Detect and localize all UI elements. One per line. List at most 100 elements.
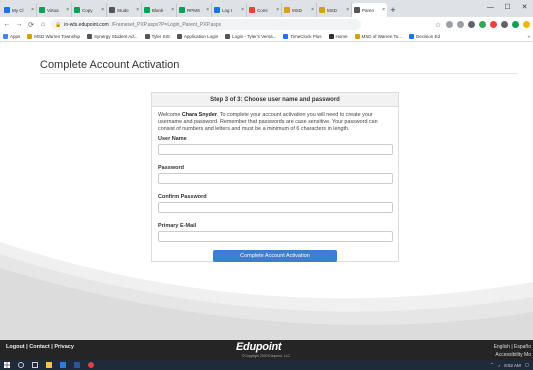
browser-tab[interactable]: Comi × [247, 3, 282, 17]
tab-close-icon[interactable]: × [206, 7, 209, 13]
bookmark-item[interactable]: TimeClock Plus [283, 34, 322, 39]
language-selector[interactable]: English | Españo [494, 343, 531, 351]
bookmark-item[interactable]: Apps [3, 34, 20, 39]
browser-tab[interactable]: Copy × [72, 3, 107, 17]
tab-favicon-icon [39, 7, 45, 13]
confirm-password-input[interactable] [158, 202, 393, 213]
back-icon[interactable]: ← [3, 21, 11, 28]
tab-close-icon[interactable]: × [171, 7, 174, 13]
url-input[interactable]: 🔒 in-wts.edupoint.com/Frameset_PXP.aspx?… [51, 19, 361, 30]
tab-close-icon[interactable]: × [31, 7, 34, 13]
bookmark-icon [354, 34, 360, 39]
tab-title: My Cl [12, 7, 24, 13]
bookmark-item[interactable]: Login - Tyler's Versa... [225, 34, 276, 39]
tab-title: Stude [117, 7, 129, 13]
bookmark-icon [176, 34, 182, 39]
search-icon[interactable] [18, 362, 24, 368]
home-icon[interactable]: ⌂ [39, 21, 47, 28]
tab-close-icon[interactable]: × [241, 7, 244, 13]
mail-icon[interactable] [60, 362, 66, 368]
clock[interactable]: 8:52 AM [504, 363, 521, 368]
lock-icon: 🔒 [55, 21, 62, 28]
browser-tab[interactable]: RPMS × [177, 3, 212, 17]
browser-tab[interactable]: MSD × [282, 3, 317, 17]
title-divider [40, 73, 518, 74]
file-explorer-icon[interactable] [46, 362, 52, 368]
new-tab-button[interactable]: + [387, 3, 399, 17]
tab-favicon-icon [4, 7, 10, 13]
maximize-button[interactable]: ☐ [499, 0, 516, 14]
network-icon[interactable]: ⌃ [490, 362, 494, 368]
tab-favicon-icon [179, 7, 185, 13]
url-path: /Frameset_PXP.aspx?P=Login_Parent_PXP.as… [111, 21, 222, 28]
bookmark-icon [27, 34, 33, 39]
browser-tab[interactable]: Log I × [212, 3, 247, 17]
tab-close-icon[interactable]: × [136, 7, 139, 13]
reload-icon[interactable]: ⟳ [27, 21, 35, 29]
extension-icon[interactable] [490, 21, 497, 28]
forward-icon[interactable]: → [15, 21, 23, 28]
tab-close-icon[interactable]: × [101, 7, 104, 13]
bookmarks-overflow-button[interactable]: » [527, 34, 530, 39]
extension-icon[interactable] [523, 21, 530, 28]
extension-icon[interactable] [468, 21, 475, 28]
password-input[interactable] [158, 173, 393, 184]
tab-title: Log I [222, 7, 233, 13]
browser-tab[interactable]: MSD × [317, 3, 352, 17]
profile-avatar[interactable] [512, 21, 519, 28]
windows-start-icon[interactable] [4, 362, 10, 368]
chrome-icon[interactable] [88, 362, 94, 368]
task-view-icon[interactable] [32, 362, 38, 368]
tab-title: MSD [327, 7, 337, 13]
browser-tab[interactable]: Paren × [352, 3, 387, 17]
bookmark-item[interactable]: Synergy Student Ad... [87, 34, 138, 39]
window-controls: — ☐ ✕ [482, 0, 533, 14]
tab-title: Copy [82, 7, 93, 13]
speaker-icon[interactable]: ♪ [498, 363, 500, 368]
browser-tab[interactable]: My Cl × [2, 3, 37, 17]
tab-title: Comi [257, 7, 268, 13]
bookmark-icon [328, 34, 334, 39]
bookmark-icon [409, 34, 415, 39]
bookmark-item[interactable]: MSD Warren Township [27, 34, 80, 39]
tab-close-icon[interactable]: × [311, 7, 314, 13]
tab-close-icon[interactable]: × [66, 7, 69, 13]
tab-close-icon[interactable]: × [346, 7, 349, 13]
privacy-link[interactable]: Privacy [54, 344, 74, 350]
bookmark-item[interactable]: Home [328, 34, 348, 39]
star-icon[interactable]: ☆ [434, 21, 442, 29]
tab-close-icon[interactable]: × [382, 7, 385, 13]
notification-icon[interactable]: ▢ [525, 362, 529, 368]
tab-title: Virtua [47, 7, 59, 13]
logout-link[interactable]: Logout [6, 344, 25, 350]
url-host: in-wts.edupoint.com [64, 21, 109, 28]
tab-close-icon[interactable]: × [276, 7, 279, 13]
username-input[interactable] [158, 144, 393, 155]
bookmark-item[interactable]: MSD of Warren To... [354, 34, 402, 39]
extension-icon[interactable] [501, 21, 508, 28]
bookmark-item[interactable]: Tyler SIS [144, 34, 170, 39]
bookmark-icon [3, 34, 8, 39]
bookmark-label: Tyler SIS [151, 34, 170, 39]
minimize-button[interactable]: — [482, 0, 499, 14]
confirm-password-label: Confirm Password [158, 194, 207, 200]
system-tray: ⌃ ♪ 8:52 AM ▢ [490, 362, 529, 368]
tab-favicon-icon [144, 7, 150, 13]
bookmark-label: Home [335, 34, 348, 39]
browser-tab[interactable]: Blank × [142, 3, 177, 17]
browser-tab[interactable]: Virtua × [37, 3, 72, 17]
close-window-button[interactable]: ✕ [516, 0, 533, 14]
extension-icon[interactable] [446, 21, 453, 28]
password-label: Password [158, 165, 184, 171]
email-input[interactable] [158, 231, 393, 242]
bookmark-item[interactable]: Decision Ed [409, 34, 440, 39]
bookmark-label: Login - Tyler's Versa... [232, 34, 277, 39]
browser-tab[interactable]: Stude × [107, 3, 142, 17]
accessibility-link[interactable]: Accessibility Mo [494, 351, 531, 359]
word-icon[interactable] [74, 362, 80, 368]
complete-activation-button[interactable]: Complete Account Activation [213, 250, 337, 262]
contact-link[interactable]: Contact [29, 344, 49, 350]
extension-icon[interactable] [479, 21, 486, 28]
extension-icon[interactable] [457, 21, 464, 28]
bookmark-item[interactable]: Application Login [176, 34, 218, 39]
